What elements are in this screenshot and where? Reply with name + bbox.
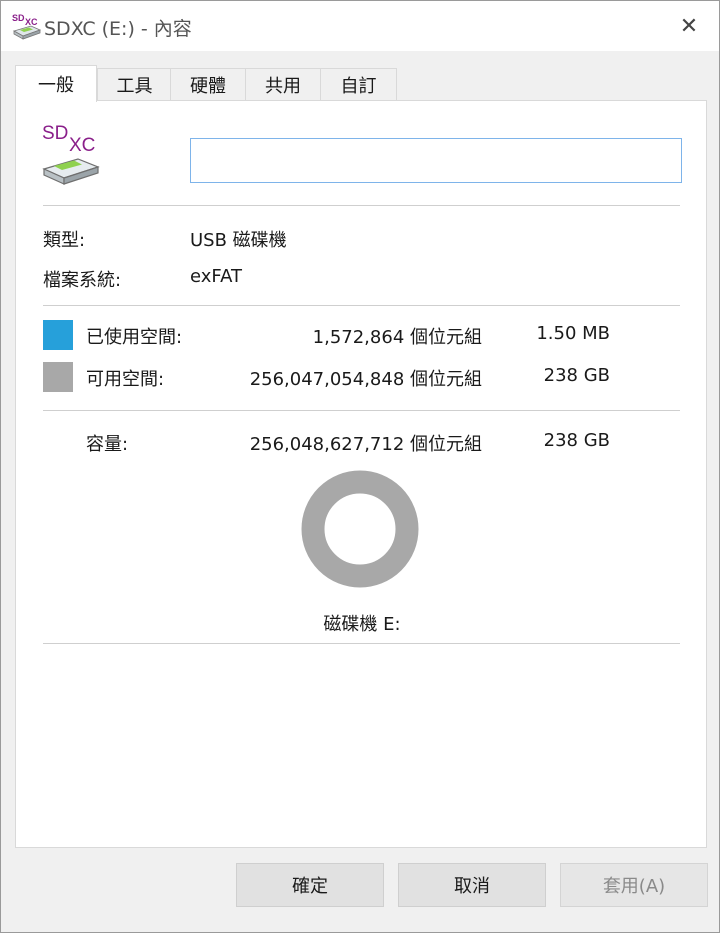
apply-button[interactable]: 套用(A) [560, 863, 708, 907]
used-space-bytes: 1,572,864 個位元組 [312, 327, 482, 348]
tab-customize[interactable]: 自訂 [320, 68, 397, 101]
sdxc-drive-large-icon: SD XC [42, 123, 100, 185]
properties-window: SD XC SDXC (E:) - 內容 ✕ 一般 工具 硬體 共用 自訂 SD… [0, 0, 720, 933]
drive-caption: 磁碟機 E: [323, 614, 401, 635]
svg-text:SD: SD [42, 123, 68, 144]
capacity-bytes: 256,048,627,712 個位元組 [249, 434, 482, 455]
capacity-label: 容量: [86, 434, 129, 455]
svg-text:XC: XC [25, 17, 38, 27]
usage-donut-chart [301, 470, 419, 588]
close-button[interactable]: ✕ [659, 1, 719, 51]
tab-label: 自訂 [340, 76, 377, 97]
close-icon: ✕ [679, 13, 699, 39]
general-panel: SD XC 類型: USB 磁碟機 檔案系統: exFAT 已使用空間: 1,5… [15, 100, 707, 848]
ok-button[interactable]: 確定 [236, 863, 384, 907]
tab-general[interactable]: 一般 [15, 65, 97, 102]
cancel-button[interactable]: 取消 [398, 863, 546, 907]
filesystem-label: 檔案系統: [43, 270, 122, 291]
tab-sharing[interactable]: 共用 [245, 68, 321, 101]
free-space-size: 238 GB [543, 365, 610, 386]
tab-label: 硬體 [190, 76, 226, 97]
svg-text:SD: SD [12, 13, 25, 23]
free-space-label: 可用空間: [86, 369, 165, 390]
window-title: SDXC (E:) - 內容 [44, 18, 192, 40]
tab-label: 工具 [116, 76, 153, 97]
volume-name-input[interactable] [190, 138, 682, 183]
tab-label: 共用 [265, 76, 301, 97]
separator [43, 410, 680, 411]
tab-tools[interactable]: 工具 [97, 68, 172, 101]
free-space-bytes: 256,047,054,848 個位元組 [249, 369, 482, 390]
free-space-ring [301, 470, 419, 588]
type-label: 類型: [43, 230, 86, 251]
used-space-size: 1.50 MB [536, 323, 610, 344]
separator [43, 643, 680, 644]
free-space-swatch [43, 362, 73, 392]
used-space-swatch [43, 320, 73, 350]
separator [43, 305, 680, 306]
separator [43, 205, 680, 206]
capacity-size: 238 GB [543, 430, 610, 451]
title-bar: SD XC SDXC (E:) - 內容 ✕ [1, 1, 719, 51]
used-space-label: 已使用空間: [86, 327, 183, 348]
tab-label: 一般 [38, 75, 74, 96]
svg-text:XC: XC [69, 135, 95, 156]
tab-hardware[interactable]: 硬體 [170, 68, 246, 101]
type-value: USB 磁碟機 [190, 230, 287, 251]
sdxc-drive-icon: SD XC [12, 13, 42, 40]
filesystem-value: exFAT [190, 266, 243, 287]
